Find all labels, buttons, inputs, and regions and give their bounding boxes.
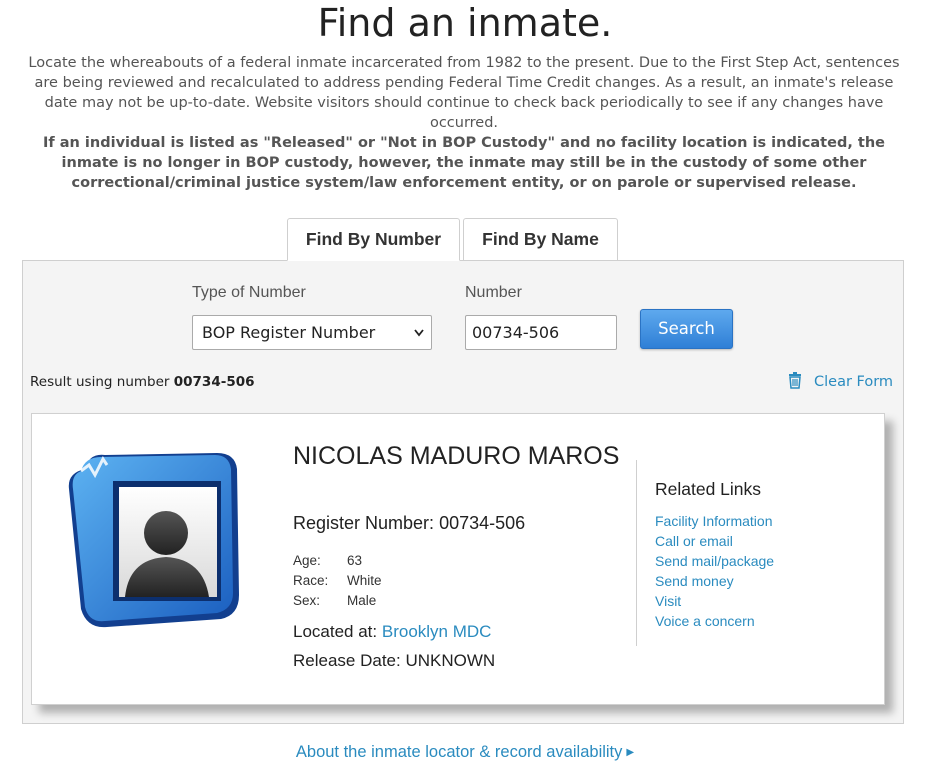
result-summary: Result using number 00734-506 (30, 374, 255, 390)
related-link-call-or-email[interactable]: Call or email (655, 533, 733, 549)
number-type-value: BOP Register Number (202, 323, 376, 342)
inmate-name: NICOLAS MADURO MAROS (293, 442, 620, 470)
number-label: Number (465, 284, 522, 301)
list-item: Facility Information (655, 511, 774, 531)
tab-find-by-number[interactable]: Find By Number (287, 218, 460, 261)
related-link-send-mail[interactable]: Send mail/package (655, 553, 774, 569)
race-label: Race: (293, 573, 329, 588)
related-links-list: Facility Information Call or email Send … (655, 511, 774, 631)
sex-value: Male (347, 593, 377, 608)
location-row: Located at: Brooklyn MDC (293, 622, 491, 642)
sex-row: Sex: Male (293, 593, 376, 608)
related-links-heading: Related Links (655, 479, 762, 499)
select-chevron-icon (413, 316, 425, 362)
facility-link[interactable]: Brooklyn MDC (382, 622, 492, 641)
search-button[interactable]: Search (640, 309, 733, 349)
type-of-number-label: Type of Number (192, 284, 306, 301)
vertical-divider (636, 460, 637, 646)
related-link-voice-concern[interactable]: Voice a concern (655, 613, 755, 629)
sex-label: Sex: (293, 593, 321, 608)
list-item: Visit (655, 591, 774, 611)
avatar-placeholder-icon (67, 445, 240, 630)
clear-form-link[interactable]: Clear Form (788, 372, 893, 392)
result-number: 00734-506 (173, 374, 255, 390)
caret-right-icon: ▶ (626, 747, 635, 758)
intro-text: Locate the whereabouts of a federal inma… (28, 55, 900, 131)
register-value: 00734-506 (439, 513, 526, 533)
related-link-visit[interactable]: Visit (655, 593, 681, 609)
age-row: Age: 63 (293, 553, 362, 568)
trash-icon (788, 372, 802, 389)
result-prefix: Result using number (30, 374, 170, 390)
clear-form-label: Clear Form (814, 374, 894, 390)
custody-notice: If an individual is listed as "Released"… (43, 135, 885, 191)
register-number: Register Number: 00734-506 (293, 513, 525, 534)
age-value: 63 (347, 553, 363, 568)
release-date-row: Release Date: UNKNOWN (293, 651, 495, 671)
number-type-select[interactable]: BOP Register Number (192, 315, 432, 350)
about-locator-label: About the inmate locator & record availa… (295, 743, 623, 761)
race-value: White (347, 573, 382, 588)
list-item: Call or email (655, 531, 774, 551)
related-link-send-money[interactable]: Send money (655, 573, 734, 589)
located-label: Located at: (293, 622, 378, 641)
number-input[interactable]: 00734-506 (465, 315, 617, 350)
about-locator-link[interactable]: About the inmate locator & record availa… (0, 743, 930, 762)
list-item: Send money (655, 571, 774, 591)
race-row: Race: White (293, 573, 382, 588)
register-label: Register Number: (293, 513, 435, 533)
related-link-facility-information[interactable]: Facility Information (655, 513, 772, 529)
tab-find-by-name[interactable]: Find By Name (463, 218, 618, 261)
age-label: Age: (293, 553, 321, 568)
list-item: Voice a concern (655, 611, 774, 631)
list-item: Send mail/package (655, 551, 774, 571)
release-label: Release Date: (293, 651, 401, 670)
page-title: Find an inmate. (317, 1, 613, 45)
release-value: UNKNOWN (405, 651, 496, 670)
